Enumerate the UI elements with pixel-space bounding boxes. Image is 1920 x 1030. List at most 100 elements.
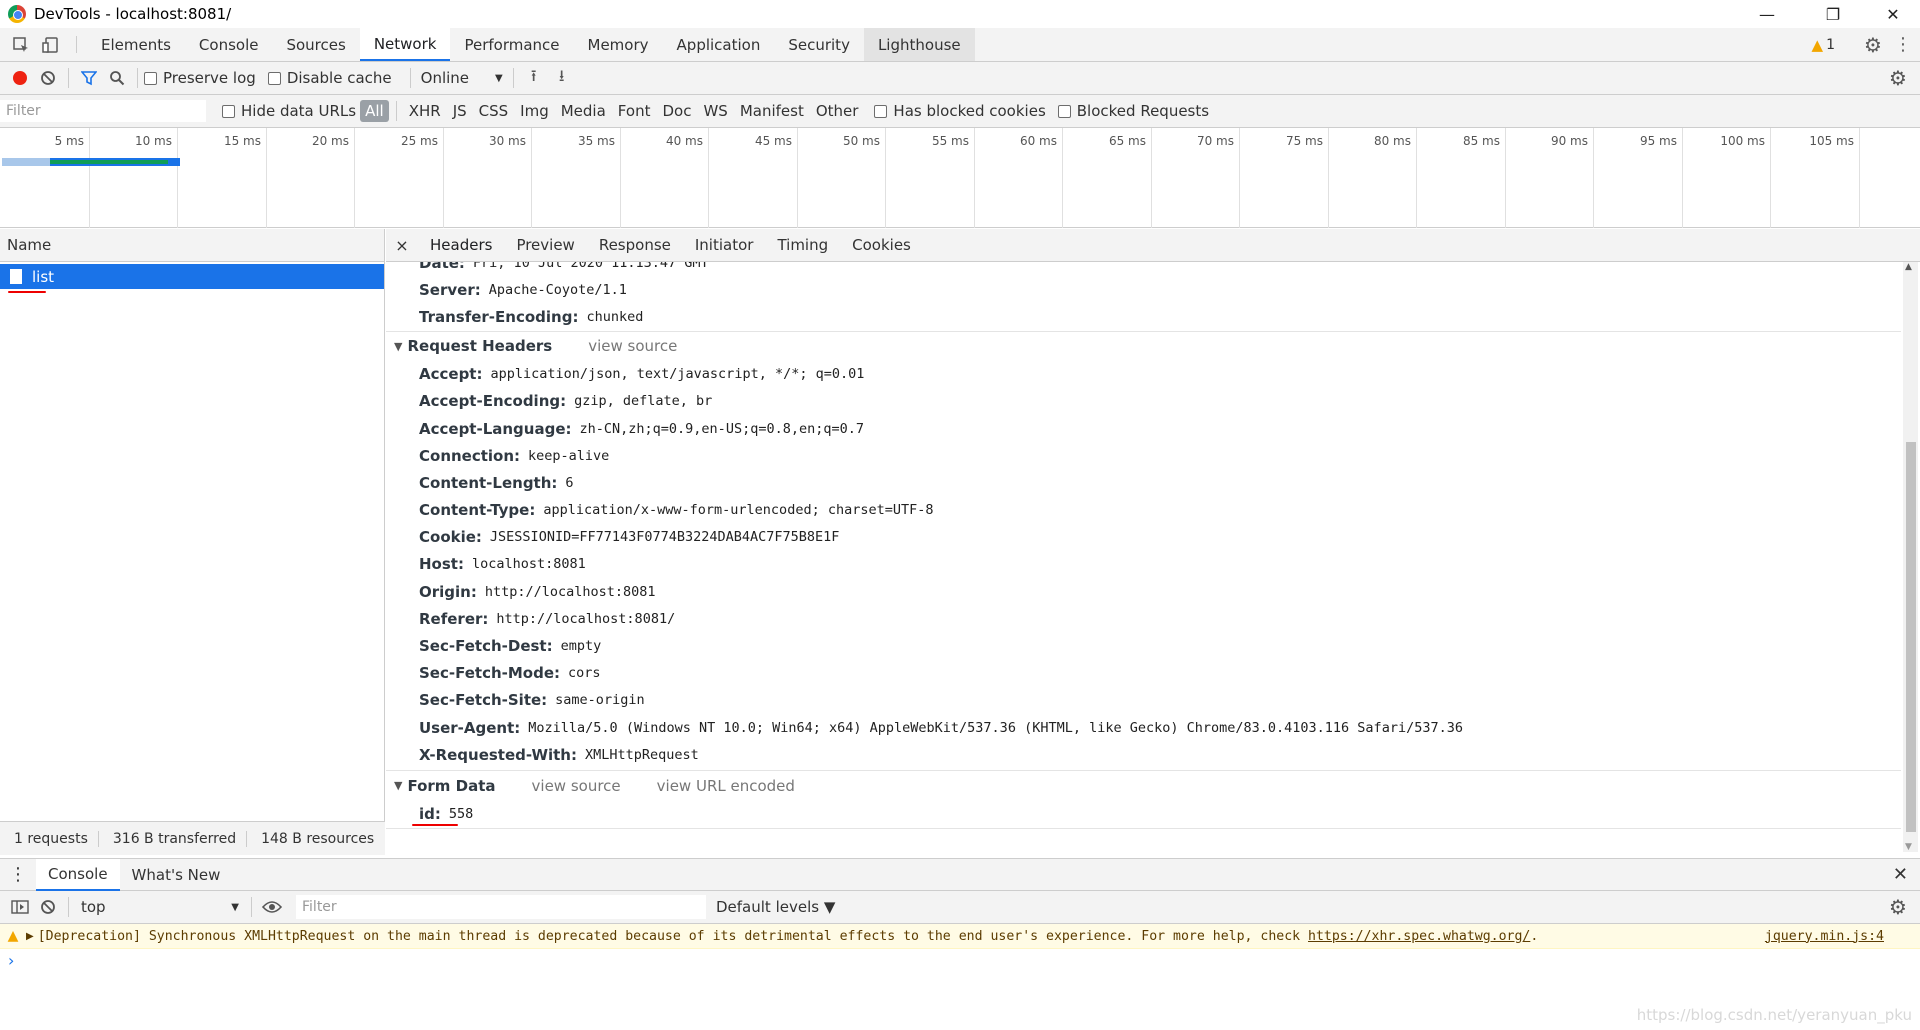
request-row-list[interactable]: list bbox=[0, 264, 384, 289]
expand-triangle-icon[interactable]: ▼ bbox=[394, 779, 402, 792]
drawer-tab-console[interactable]: Console bbox=[36, 858, 120, 891]
header-key: Accept: bbox=[419, 365, 483, 384]
close-window-button[interactable]: ✕ bbox=[1870, 0, 1916, 28]
tab-cookies[interactable]: Cookies bbox=[840, 236, 923, 254]
tab-sources[interactable]: Sources bbox=[272, 28, 359, 61]
filter-type-other[interactable]: Other bbox=[811, 100, 864, 122]
tab-security[interactable]: Security bbox=[774, 28, 864, 61]
expand-triangle-icon[interactable]: ▶ bbox=[26, 931, 34, 942]
checkbox-box[interactable] bbox=[1057, 104, 1071, 118]
form-data-section[interactable]: ▼ Form Data view source view URL encoded bbox=[386, 770, 1901, 800]
tab-headers[interactable]: Headers bbox=[418, 236, 504, 254]
tab-lighthouse[interactable]: Lighthouse bbox=[863, 28, 975, 61]
hide-data-urls-checkbox[interactable]: Hide data URLs bbox=[222, 102, 356, 120]
name-column-header[interactable]: Name bbox=[0, 229, 384, 262]
disable-cache-checkbox[interactable]: Disable cache bbox=[267, 69, 392, 87]
console-warning-message[interactable]: ▲ ▶ [Deprecation] Synchronous XMLHttpReq… bbox=[0, 924, 1920, 949]
tab-initiator[interactable]: Initiator bbox=[683, 236, 766, 254]
filter-type-media[interactable]: Media bbox=[556, 100, 611, 122]
console-sidebar-toggle-icon[interactable] bbox=[6, 893, 34, 921]
expand-triangle-icon[interactable]: ▼ bbox=[394, 340, 402, 353]
preserve-log-checkbox[interactable]: Preserve log bbox=[144, 69, 256, 87]
chevron-down-icon: ▼ bbox=[231, 901, 239, 913]
filter-type-manifest[interactable]: Manifest bbox=[735, 100, 809, 122]
console-settings-gear-icon[interactable]: ⚙ bbox=[1884, 893, 1912, 921]
import-har-button[interactable]: ⭱ bbox=[520, 64, 548, 92]
headers-scroll-area[interactable]: Date: Fri, 10 Jul 2020 11:13:47 GMT Server… bbox=[386, 262, 1901, 855]
filter-type-all[interactable]: All bbox=[360, 100, 389, 122]
console-filter-input[interactable]: Filter bbox=[296, 895, 706, 919]
red-underline-annotation bbox=[412, 823, 458, 826]
live-expression-eye-icon[interactable] bbox=[258, 893, 286, 921]
search-button[interactable] bbox=[103, 64, 131, 92]
checkbox-box[interactable] bbox=[222, 104, 235, 118]
drawer-menu-icon[interactable]: ⋮ bbox=[0, 864, 36, 885]
clear-console-button[interactable] bbox=[34, 893, 62, 921]
throttling-select[interactable]: Online ▼ bbox=[417, 69, 507, 87]
scrollbar-thumb[interactable] bbox=[1906, 442, 1916, 832]
filter-type-xhr[interactable]: XHR bbox=[404, 100, 446, 122]
tab-timing[interactable]: Timing bbox=[765, 236, 840, 254]
timeline-tick-label: 65 ms bbox=[1108, 134, 1146, 148]
more-options-icon[interactable]: ⋮ bbox=[1888, 34, 1918, 55]
timeline-tick-label: 15 ms bbox=[223, 134, 261, 148]
checkbox-box[interactable] bbox=[874, 104, 888, 118]
filter-type-img[interactable]: Img bbox=[515, 100, 554, 122]
filter-type-doc[interactable]: Doc bbox=[657, 100, 696, 122]
header-key: Transfer-Encoding: bbox=[419, 307, 579, 326]
filter-input[interactable]: Filter bbox=[0, 100, 206, 122]
maximize-button[interactable]: ❐ bbox=[1810, 0, 1856, 28]
chevron-down-icon: ▼ bbox=[494, 72, 503, 84]
network-settings-gear-icon[interactable]: ⚙ bbox=[1884, 64, 1912, 92]
tab-response[interactable]: Response bbox=[587, 236, 683, 254]
window-title: DevTools - localhost:8081/ bbox=[34, 5, 232, 23]
drawer-tab-whats-new[interactable]: What's New bbox=[120, 859, 233, 891]
minimize-button[interactable]: — bbox=[1744, 0, 1790, 28]
clear-button[interactable] bbox=[34, 64, 62, 92]
js-context-select[interactable]: top ▼ bbox=[75, 895, 245, 919]
transferred-size: 316 B transferred bbox=[99, 830, 248, 847]
tab-preview[interactable]: Preview bbox=[504, 236, 586, 254]
tab-application[interactable]: Application bbox=[663, 28, 775, 61]
device-toolbar-icon[interactable] bbox=[36, 28, 66, 61]
document-icon bbox=[10, 269, 22, 284]
response-headers-list: Date: Fri, 10 Jul 2020 11:13:47 GMT Server… bbox=[386, 262, 1901, 331]
has-blocked-cookies-checkbox[interactable]: Has blocked cookies bbox=[874, 102, 1046, 120]
log-levels-select[interactable]: Default levels ▼ bbox=[716, 898, 835, 916]
view-source-link[interactable]: view source bbox=[532, 777, 621, 795]
close-detail-icon[interactable]: × bbox=[386, 236, 418, 255]
filter-type-font[interactable]: Font bbox=[613, 100, 656, 122]
scroll-down-icon[interactable]: ▼ bbox=[1905, 842, 1912, 852]
view-source-link[interactable]: view source bbox=[588, 337, 677, 355]
scroll-up-icon[interactable]: ▲ bbox=[1905, 262, 1912, 272]
warning-count[interactable]: 1 bbox=[1826, 37, 1835, 53]
tab-memory[interactable]: Memory bbox=[574, 28, 663, 61]
tab-performance[interactable]: Performance bbox=[450, 28, 573, 61]
header-row: Server: Apache-Coyote/1.1 bbox=[386, 276, 1901, 303]
inspect-element-icon[interactable] bbox=[6, 28, 36, 61]
message-source-link[interactable]: jquery.min.js:4 bbox=[1765, 929, 1884, 944]
header-value: Mozilla/5.0 (Windows NT 10.0; Win64; x64… bbox=[528, 719, 1463, 736]
blocked-requests-checkbox[interactable]: Blocked Requests bbox=[1057, 102, 1209, 120]
filter-type-css[interactable]: CSS bbox=[474, 100, 514, 122]
filter-toggle-button[interactable] bbox=[75, 64, 103, 92]
request-headers-section[interactable]: ▼ Request Headers view source bbox=[386, 330, 1901, 361]
vertical-scrollbar[interactable]: ▲ ▼ bbox=[1903, 262, 1918, 852]
filter-type-js[interactable]: JS bbox=[448, 100, 472, 122]
tab-elements[interactable]: Elements bbox=[87, 28, 185, 61]
settings-gear-icon[interactable]: ⚙ bbox=[1858, 33, 1888, 57]
view-url-encoded-link[interactable]: view URL encoded bbox=[657, 777, 795, 795]
filter-type-ws[interactable]: WS bbox=[698, 100, 732, 122]
export-har-button[interactable]: ⭳ bbox=[548, 64, 576, 92]
network-overview-timeline[interactable]: 5 ms 10 ms 15 ms 20 ms 25 ms 30 ms 35 ms 40 ms 4… bbox=[0, 128, 1920, 228]
checkbox-box[interactable] bbox=[267, 71, 281, 85]
timeline-tick-label: 95 ms bbox=[1639, 134, 1677, 148]
checkbox-box[interactable] bbox=[144, 71, 157, 85]
xhr-spec-link[interactable]: https://xhr.spec.whatwg.org/ bbox=[1308, 929, 1530, 944]
record-button[interactable] bbox=[6, 64, 34, 92]
close-drawer-icon[interactable]: ✕ bbox=[1893, 864, 1908, 885]
tab-network[interactable]: Network bbox=[359, 28, 451, 61]
tab-console[interactable]: Console bbox=[185, 28, 273, 61]
warning-icon[interactable]: ▲ bbox=[1812, 36, 1824, 54]
console-prompt[interactable]: › bbox=[0, 949, 1920, 971]
